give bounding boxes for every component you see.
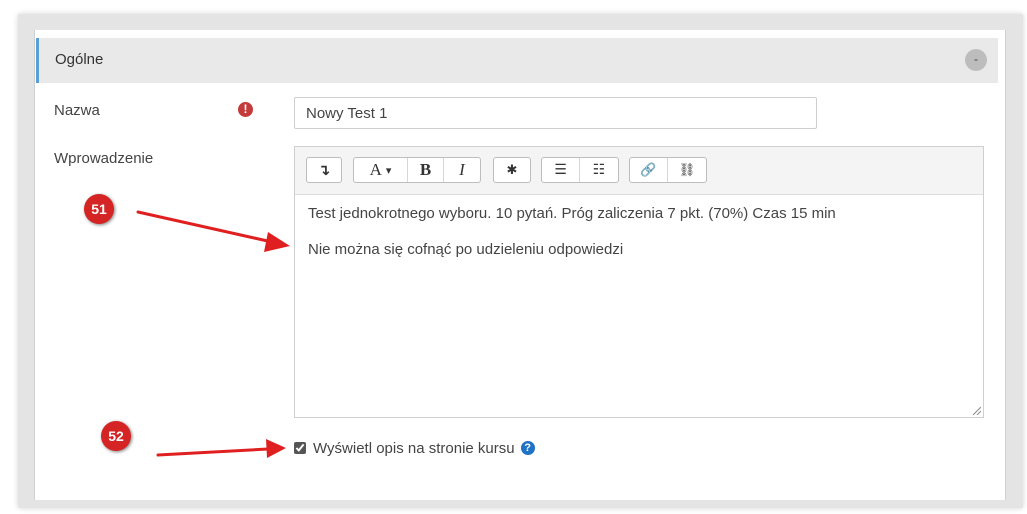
bullet-list-icon[interactable]: ☰ [542,158,580,182]
editor-content[interactable]: Test jednokrotnego wyboru. 10 pytań. Pró… [308,205,968,277]
resize-handle-icon[interactable] [971,405,981,415]
name-label: Nazwa [54,102,100,119]
unlink-icon[interactable]: ⛓ [668,158,706,182]
font-style-button[interactable]: A ▾ [354,158,408,182]
numbered-list-icon[interactable]: ☷ [580,158,618,182]
italic-button[interactable]: I [444,158,480,182]
toolbar-group-expand: ↴ [306,157,342,183]
expand-toolbar-icon[interactable]: ↴ [307,158,341,182]
intro-editor[interactable]: ↴ A ▾ B I ✱ ☰ ☷ 🔗 ⛓ Test jednokrotnego w… [294,146,984,418]
collapse-button[interactable]: - [965,49,987,71]
section-title: Ogólne [55,51,104,68]
toolbar-group-settings: ✱ [493,157,531,183]
font-style-label: A [369,160,382,179]
show-description-row: Wyświetl opis na stronie kursu ? [294,438,535,458]
intro-label: Wprowadzenie [54,150,154,167]
toolbar-group-lists: ☰ ☷ [541,157,619,183]
show-description-label[interactable]: Wyświetl opis na stronie kursu [313,440,515,457]
settings-gear-icon[interactable]: ✱ [494,158,530,182]
editor-paragraph: Test jednokrotnego wyboru. 10 pytań. Pró… [308,205,836,222]
toolbar-group-format: A ▾ B I [353,157,481,183]
editor-paragraph: Nie można się cofnąć po udzieleniu odpow… [308,241,624,258]
annotation-marker-52: 52 [101,421,131,451]
name-input[interactable] [294,97,817,129]
screenshot-stage: Ogólne - Nazwa ! Wprowadzenie ↴ A ▾ B I … [0,0,1027,514]
bold-button[interactable]: B [408,158,444,182]
annotation-marker-51: 51 [84,194,114,224]
toolbar-group-links: 🔗 ⛓ [629,157,707,183]
section-header-general[interactable]: Ogólne - [36,38,998,83]
show-description-checkbox[interactable] [294,442,306,454]
help-icon[interactable]: ? [520,441,535,455]
link-icon[interactable]: 🔗 [630,158,668,182]
required-icon: ! [238,102,253,117]
chevron-down-icon: ▾ [385,163,392,177]
editor-toolbar: ↴ A ▾ B I ✱ ☰ ☷ 🔗 ⛓ [295,147,983,195]
